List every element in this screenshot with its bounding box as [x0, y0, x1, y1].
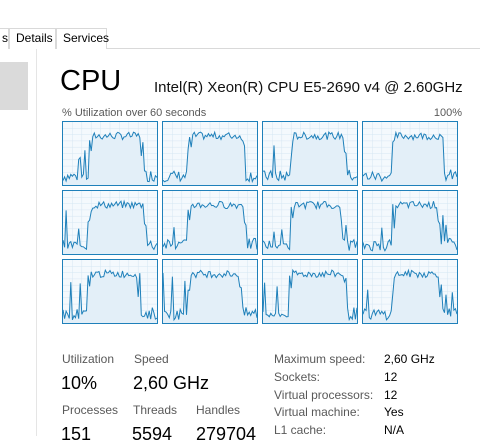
- core-graph: [262, 259, 358, 324]
- core-graph: [362, 259, 458, 324]
- core-graph-plot: [263, 191, 357, 254]
- core-graph: [162, 190, 258, 255]
- spec-value-virtual-machine: Yes: [384, 405, 404, 419]
- utilization-area: [363, 270, 457, 323]
- core-graph-plot: [63, 260, 157, 323]
- core-graph: [262, 190, 358, 255]
- graph-max-label: 100%: [433, 107, 462, 119]
- spec-value-sockets: 12: [384, 370, 398, 384]
- core-graph: [162, 259, 258, 324]
- core-graph-plot: [363, 260, 457, 323]
- tab-details[interactable]: Details: [9, 28, 56, 49]
- tab-bar: s Details Services: [0, 0, 480, 49]
- spec-value-virtual-processors: 12: [384, 388, 398, 402]
- core-graph-plot: [363, 122, 457, 185]
- graph-caption: % Utilization over 60 seconds: [62, 107, 207, 119]
- core-graph-plot: [163, 191, 257, 254]
- core-graph: [62, 190, 158, 255]
- sidebar-divider: [36, 49, 37, 436]
- core-graph-plot: [163, 122, 257, 185]
- logical-processor-graphs[interactable]: [62, 121, 460, 326]
- processes-label: Processes: [62, 403, 119, 417]
- core-graph: [62, 121, 158, 186]
- core-graph: [362, 190, 458, 255]
- utilization-area: [263, 201, 357, 254]
- speed-label: Speed: [134, 352, 169, 366]
- sidebar-selected-item[interactable]: [0, 62, 28, 110]
- core-graph-plot: [163, 260, 257, 323]
- threads-value: 5594: [132, 424, 173, 444]
- utilization-area: [263, 270, 357, 323]
- utilization-area: [63, 270, 157, 323]
- handles-label: Handles: [196, 403, 241, 417]
- core-graph-plot: [363, 191, 457, 254]
- threads-label: Threads: [133, 403, 178, 417]
- spec-label-max-speed: Maximum speed:: [274, 352, 366, 366]
- utilization-label: Utilization: [62, 352, 115, 366]
- spec-label-l1-cache: L1 cache:: [274, 423, 327, 437]
- tab-services[interactable]: Services: [56, 28, 109, 49]
- core-graph-plot: [263, 260, 357, 323]
- cpu-model-name: Intel(R) Xeon(R) CPU E5-2690 v4 @ 2.60GH…: [154, 79, 463, 96]
- core-graph: [162, 121, 258, 186]
- core-graph: [362, 121, 458, 186]
- core-graph: [262, 121, 358, 186]
- core-graph-plot: [263, 122, 357, 185]
- tab-partial[interactable]: s: [0, 28, 9, 49]
- handles-value: 279704: [196, 424, 257, 444]
- page-title: CPU: [60, 65, 122, 97]
- core-graph-plot: [63, 191, 157, 254]
- speed-value: 2,60 GHz: [133, 373, 210, 393]
- spec-label-virtual-processors: Virtual processors:: [274, 388, 374, 402]
- spec-value-l1-cache: N/A: [384, 423, 405, 437]
- utilization-value: 10%: [61, 373, 98, 393]
- core-graph-plot: [63, 122, 157, 185]
- utilization-area: [163, 270, 257, 323]
- spec-label-sockets: Sockets:: [274, 370, 321, 384]
- core-graph: [62, 259, 158, 324]
- spec-value-max-speed: 2,60 GHz: [384, 352, 435, 366]
- processes-value: 151: [61, 424, 92, 444]
- spec-label-virtual-machine: Virtual machine:: [274, 405, 360, 419]
